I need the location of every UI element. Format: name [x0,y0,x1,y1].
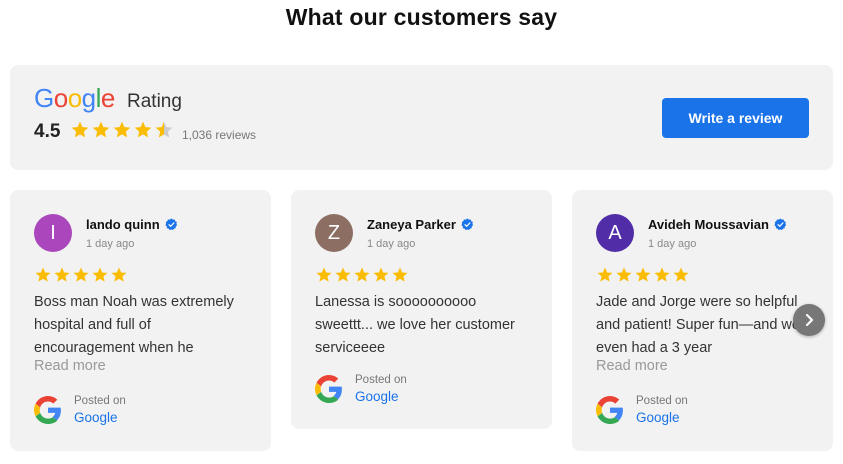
google-logo: Google [34,83,115,113]
average-stars [70,120,174,140]
star-icon [92,267,108,282]
next-reviews-button[interactable] [793,304,825,336]
verified-check-icon [461,218,474,231]
star-icon [155,121,173,138]
reviewer-name-text: Avideh Moussavian [648,217,769,232]
star-icon [71,121,89,138]
avatar: A [596,214,634,252]
google-g-icon [315,375,343,403]
review-card: Z Zaneya Parker 1 day ago Lanessa is soo… [291,190,552,429]
posted-label: Posted on [355,374,407,386]
reviewer-name-text: lando quinn [86,217,160,232]
star-icon [73,267,89,282]
star-icon [111,267,127,282]
posted-label: Posted on [74,395,126,407]
posted-on: Posted on Google [315,372,407,406]
google-g-icon [596,396,624,424]
reviewer-name: lando quinn [86,217,178,232]
star-icon [35,267,51,282]
star-icon [54,267,70,282]
verified-check-icon [165,218,178,231]
star-icon [597,267,613,282]
posted-on: Posted on Google [596,393,688,427]
reviewer-name: Avideh Moussavian [648,217,787,232]
rating-summary-panel: Google Rating 4.5 1,036 reviews Write a … [10,65,833,170]
review-date: 1 day ago [86,238,135,250]
google-g-icon [34,396,62,424]
avatar: I [34,214,72,252]
chevron-right-icon [805,313,814,327]
read-more-link[interactable]: Read more [34,358,106,374]
review-card: I lando quinn 1 day ago Boss man Noah wa… [10,190,271,451]
star-icon [616,267,632,282]
write-review-button[interactable]: Write a review [662,98,809,138]
reviewer-name-text: Zaneya Parker [367,217,456,232]
star-icon [113,121,131,138]
star-icon [92,121,110,138]
review-date: 1 day ago [648,238,697,250]
posted-label: Posted on [636,395,688,407]
review-stars [315,266,409,284]
read-more-link[interactable]: Read more [596,358,668,374]
posted-source-link[interactable]: Google [636,409,688,427]
review-stars [34,266,128,284]
posted-source-link[interactable]: Google [74,409,126,427]
average-score: 4.5 [34,121,61,142]
posted-on: Posted on Google [34,393,126,427]
star-icon [392,267,408,282]
star-icon [635,267,651,282]
review-date: 1 day ago [367,238,416,250]
star-icon [673,267,689,282]
review-text: Boss man Noah was extremely hospital and… [34,294,234,356]
avatar: Z [315,214,353,252]
star-icon [654,267,670,282]
review-text: Jade and Jorge were so helpful and patie… [596,294,800,356]
star-icon [335,267,351,282]
review-text: Lanessa is soooooooooo sweettt... we lov… [315,294,515,356]
star-icon [316,267,332,282]
review-count: 1,036 reviews [182,128,257,142]
rating-label: Rating [127,91,182,112]
verified-check-icon [774,218,787,231]
review-stars [596,266,690,284]
star-icon [354,267,370,282]
reviewer-name: Zaneya Parker [367,217,474,232]
star-icon [134,121,152,138]
reviews-heading: What our customers say [285,4,558,30]
posted-source-link[interactable]: Google [355,388,407,406]
star-icon [373,267,389,282]
